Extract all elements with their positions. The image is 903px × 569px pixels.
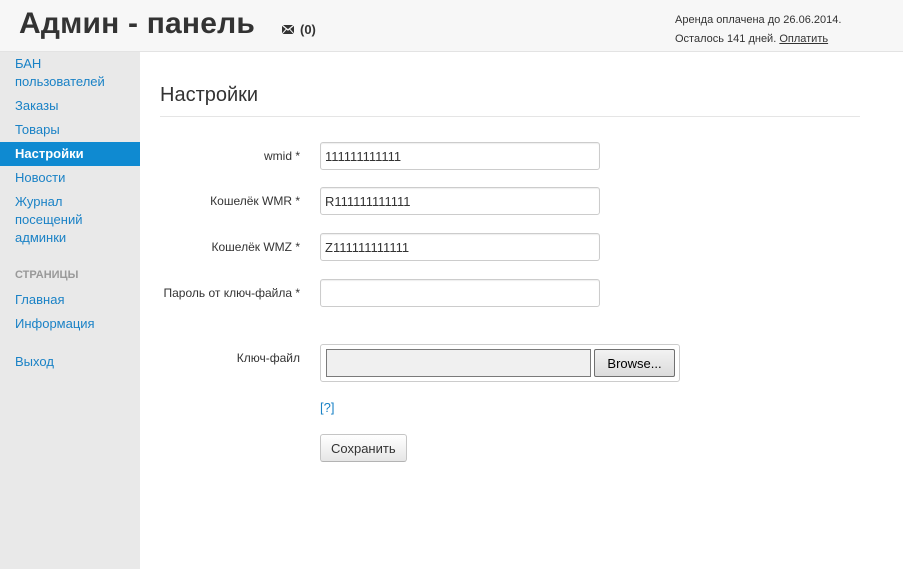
sidebar-item-products[interactable]: Товары: [0, 118, 140, 142]
envelope-icon[interactable]: [282, 25, 294, 34]
password-input[interactable]: [320, 279, 600, 307]
sidebar-section-header: СТРАНИЦЫ: [15, 269, 79, 281]
wmr-input[interactable]: [320, 187, 600, 215]
help-link[interactable]: [?]: [320, 400, 334, 415]
keyfile-path-field[interactable]: [326, 349, 591, 377]
keyfile-input[interactable]: Browse...: [320, 344, 680, 382]
sidebar-item-admin-log[interactable]: Журнал посещений админки: [0, 190, 140, 250]
rent-info: Аренда оплачена до 26.06.2014. Осталось …: [675, 11, 841, 49]
password-label: Пароль от ключ-файла *: [163, 286, 300, 300]
messages-indicator[interactable]: (0): [282, 22, 316, 37]
app-title: Админ - панель: [19, 7, 256, 40]
wmz-label: Кошелёк WMZ *: [211, 240, 300, 254]
wmid-input[interactable]: [320, 142, 600, 170]
days-left-text: Осталось 141 дней.: [675, 33, 777, 45]
wmz-input[interactable]: [320, 233, 600, 261]
wmr-label: Кошелёк WMR *: [210, 194, 300, 208]
sidebar: БАН пользователей Заказы Товары Настройк…: [0, 52, 140, 569]
sidebar-item-news[interactable]: Новости: [0, 166, 140, 190]
browse-button[interactable]: Browse...: [594, 349, 675, 377]
keyfile-label: Ключ-файл: [236, 351, 300, 365]
pay-link[interactable]: Оплатить: [779, 33, 828, 45]
sidebar-item-home[interactable]: Главная: [0, 288, 140, 312]
sidebar-item-settings[interactable]: Настройки: [0, 142, 140, 166]
sidebar-item-ban-users[interactable]: БАН пользователей: [0, 52, 140, 94]
rent-paid-text: Аренда оплачена до 26.06.2014.: [675, 14, 842, 26]
main-content: Настройки wmid * Кошелёк WMR * Кошелёк W…: [160, 52, 860, 462]
wmid-label: wmid *: [263, 149, 300, 163]
messages-count[interactable]: (0): [300, 22, 316, 37]
save-button[interactable]: Сохранить: [320, 434, 407, 462]
sidebar-item-orders[interactable]: Заказы: [0, 94, 140, 118]
page-title: Настройки: [160, 84, 860, 117]
top-header: Админ - панель (0) Аренда оплачена до 26…: [0, 0, 903, 52]
sidebar-item-info[interactable]: Информация: [0, 312, 140, 336]
sidebar-item-logout[interactable]: Выход: [0, 350, 140, 374]
